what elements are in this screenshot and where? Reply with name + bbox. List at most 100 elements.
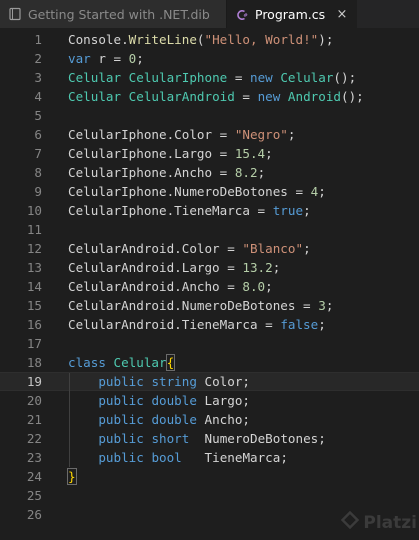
code-line[interactable]: 25 xyxy=(0,486,419,505)
code-token: TieneMarca; xyxy=(181,450,288,465)
line-number: 14 xyxy=(26,279,42,294)
code-text: public string Color; xyxy=(68,373,250,390)
code-token: { xyxy=(165,354,176,371)
line-number: 19 xyxy=(26,374,42,389)
code-editor[interactable]: 1 Console.WriteLine("Hello, World!"); 2 var… xyxy=(0,30,419,540)
code-token: CelularIphone.NumeroDeBotones = xyxy=(68,184,311,199)
code-token: Largo; xyxy=(196,393,251,408)
code-text: CelularIphone.Ancho = 8.2; xyxy=(68,163,265,182)
code-line[interactable]: 14 CelularAndroid.Ancho = 8.0; xyxy=(0,277,419,296)
code-token: CelularIphone.Largo = xyxy=(68,146,235,161)
code-token: Console. xyxy=(68,32,129,47)
tab-label: Program.cs xyxy=(255,7,326,22)
code-line[interactable]: 1 Console.WriteLine("Hello, World!"); xyxy=(0,30,419,49)
editor-tab-bar: Getting Started with .NET.dib # Program.… xyxy=(0,0,419,28)
code-line[interactable]: 17 xyxy=(0,334,419,353)
line-number: 26 xyxy=(26,507,42,522)
code-line[interactable]: 13 CelularAndroid.Largo = 13.2; xyxy=(0,258,419,277)
code-token: } xyxy=(67,468,77,485)
code-token: 3 xyxy=(318,298,326,313)
code-line[interactable]: 3 Celular CelularIphone = new Celular(); xyxy=(0,68,419,87)
line-number: 25 xyxy=(26,488,42,503)
code-line[interactable]: 22 public short NumeroDeBotones; xyxy=(0,429,419,448)
code-token: ( xyxy=(196,32,205,47)
code-text: CelularAndroid.Color = "Blanco"; xyxy=(68,239,311,258)
line-number: 16 xyxy=(26,317,42,332)
code-line[interactable]: 9 CelularIphone.NumeroDeBotones = 4; xyxy=(0,182,419,201)
code-token: CelularAndroid.Color = xyxy=(68,241,243,256)
code-text: CelularAndroid.Largo = 13.2; xyxy=(68,258,280,277)
code-token: ; xyxy=(303,241,311,256)
code-token: CelularAndroid.Ancho = xyxy=(68,279,243,294)
code-line[interactable]: 8 CelularIphone.Ancho = 8.2; xyxy=(0,163,419,182)
code-text: public bool TieneMarca; xyxy=(68,448,288,467)
code-token: 8.0 xyxy=(242,279,266,294)
code-token: r = xyxy=(90,51,129,66)
code-token: = xyxy=(234,89,258,104)
watermark-text: Platzi xyxy=(363,512,417,533)
code-line[interactable]: 23 public bool TieneMarca; xyxy=(0,448,419,467)
code-line[interactable]: 18 class Celular{ xyxy=(0,353,419,372)
platzi-watermark: Platzi xyxy=(341,510,417,534)
code-text: Celular CelularIphone = new Celular(); xyxy=(68,68,356,87)
line-number: 22 xyxy=(26,431,42,446)
line-number: 24 xyxy=(26,469,42,484)
code-line[interactable]: 11 xyxy=(0,220,419,239)
code-token: CelularIphone xyxy=(128,70,228,85)
code-line[interactable]: 10 CelularIphone.TieneMarca = true; xyxy=(0,201,419,220)
code-token: NumeroDeBotones; xyxy=(189,431,326,446)
code-line[interactable]: 2 var r = 0; xyxy=(0,49,419,68)
code-token: ; xyxy=(257,165,266,180)
code-token: Color; xyxy=(196,374,251,389)
line-number: 18 xyxy=(26,355,42,370)
code-line[interactable]: 24} xyxy=(0,467,419,486)
code-line[interactable]: 20 public double Largo; xyxy=(0,391,419,410)
code-line[interactable]: 16 CelularAndroid.TieneMarca = false; xyxy=(0,315,419,334)
code-token: class xyxy=(68,355,106,370)
code-token: (); xyxy=(341,89,364,104)
code-token: ; xyxy=(325,298,334,313)
tab-label: Getting Started with .NET.dib xyxy=(28,6,210,22)
code-text: CelularIphone.TieneMarca = true; xyxy=(68,201,311,220)
close-icon[interactable]: × xyxy=(335,7,349,22)
code-token: ; xyxy=(136,51,144,66)
line-number: 15 xyxy=(26,298,42,313)
code-token: public xyxy=(98,450,144,465)
line-number: 11 xyxy=(26,222,42,237)
code-text: CelularIphone.NumeroDeBotones = 4; xyxy=(68,182,326,201)
code-line[interactable]: 15 CelularAndroid.NumeroDeBotones = 3; xyxy=(0,296,419,315)
line-number: 6 xyxy=(34,127,42,142)
code-text: public double Ancho; xyxy=(68,410,250,429)
code-token: 8.2 xyxy=(234,165,258,180)
code-text: class Celular{ xyxy=(68,353,176,372)
line-number: 9 xyxy=(34,184,42,199)
code-text: public short NumeroDeBotones; xyxy=(68,429,326,448)
svg-text:#: # xyxy=(243,13,248,19)
code-token: public xyxy=(98,431,144,446)
code-token: public xyxy=(98,374,144,389)
code-token: Android xyxy=(287,89,341,104)
code-text: Console.WriteLine("Hello, World!"); xyxy=(68,30,333,49)
code-token: string xyxy=(151,374,197,389)
line-number: 2 xyxy=(34,51,42,66)
code-line[interactable]: 6 CelularIphone.Color = "Negro"; xyxy=(0,125,419,144)
notebook-icon xyxy=(8,7,22,21)
tab-program-cs[interactable]: # Program.cs × xyxy=(227,0,357,28)
code-token: CelularIphone.Ancho = xyxy=(68,165,235,180)
code-token: Celular xyxy=(68,89,122,104)
code-token: "Negro" xyxy=(234,127,288,142)
code-line[interactable]: 19 public string Color; xyxy=(0,372,419,392)
code-token: public xyxy=(98,412,144,427)
line-number: 20 xyxy=(26,393,42,408)
code-line[interactable]: 4 Celular CelularAndroid = new Android(); xyxy=(0,87,419,106)
code-line[interactable]: 7 CelularIphone.Largo = 15.4; xyxy=(0,144,419,163)
code-line[interactable]: 21 public double Ancho; xyxy=(0,410,419,429)
tab-getting-started[interactable]: Getting Started with .NET.dib xyxy=(0,0,227,28)
code-line[interactable]: 5 xyxy=(0,106,419,125)
code-token: 15.4 xyxy=(234,146,266,161)
code-line[interactable]: 12 CelularAndroid.Color = "Blanco"; xyxy=(0,239,419,258)
line-number: 4 xyxy=(34,89,42,104)
